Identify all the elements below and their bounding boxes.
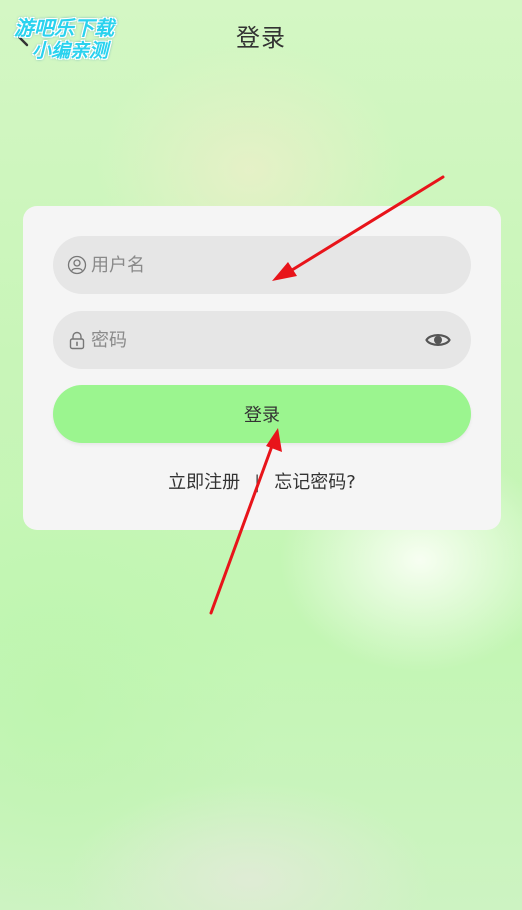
- lock-icon: [69, 331, 85, 350]
- password-input[interactable]: [91, 311, 411, 369]
- password-field[interactable]: [53, 311, 471, 369]
- login-card: 登录 立即注册 | 忘记密码?: [23, 206, 501, 530]
- login-button[interactable]: 登录: [53, 385, 471, 443]
- watermark-logo: 游吧乐下载 小编亲测: [10, 12, 146, 64]
- forgot-password-link[interactable]: 忘记密码?: [274, 472, 356, 493]
- eye-icon: [425, 334, 451, 346]
- toggle-password-visibility-button[interactable]: [425, 329, 451, 351]
- register-link[interactable]: 立即注册: [168, 472, 240, 493]
- account-links: 立即注册 | 忘记密码?: [23, 468, 501, 494]
- link-separator: |: [254, 472, 261, 493]
- top-bar: 登录 游吧乐下载 小编亲测: [0, 0, 522, 70]
- username-input[interactable]: [91, 236, 411, 294]
- user-circle-icon: [67, 255, 87, 275]
- watermark-line-2: 小编亲测: [32, 40, 109, 62]
- username-field[interactable]: [53, 236, 471, 294]
